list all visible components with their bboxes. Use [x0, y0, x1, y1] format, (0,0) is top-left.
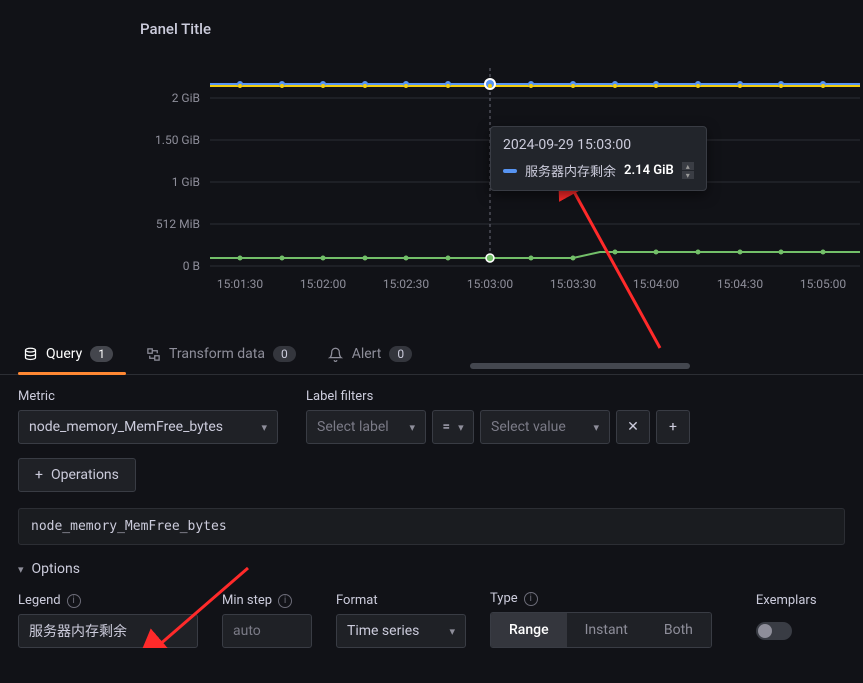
y-tick: 0 B	[183, 259, 200, 273]
x-tick: 15:01:30	[217, 277, 264, 291]
format-label: Format	[336, 593, 466, 608]
format-select[interactable]: Time series ▾	[336, 614, 466, 648]
tab-transform-label: Transform data	[169, 346, 265, 362]
min-step-label: Min step	[222, 593, 272, 608]
tooltip-series-marker	[503, 169, 517, 173]
metric-label: Metric	[18, 389, 278, 404]
exemplars-toggle[interactable]	[756, 622, 792, 640]
tab-query-label: Query	[46, 346, 82, 362]
tooltip-timestamp: 2024-09-29 15:03:00	[503, 137, 694, 153]
tooltip-stepper[interactable]: ▴▾	[682, 162, 694, 179]
bell-icon	[328, 346, 344, 362]
x-tick: 15:04:30	[717, 277, 764, 291]
operator-value: =	[442, 419, 450, 435]
tab-query[interactable]: Query 1	[18, 338, 117, 374]
info-icon[interactable]: i	[67, 594, 81, 608]
chevron-down-icon: ▾	[449, 625, 455, 638]
y-tick: 2 GiB	[172, 91, 200, 105]
operations-button[interactable]: + Operations	[18, 458, 136, 492]
close-icon: ✕	[627, 419, 639, 435]
tooltip-series-label: 服务器内存剩余	[525, 161, 616, 180]
chevron-down-icon: ▾	[593, 421, 599, 434]
chart[interactable]: 2 GiB 1.50 GiB 1 GiB 512 MiB 0 B 15:01:3…	[140, 48, 863, 328]
tab-alert-count: 0	[389, 346, 412, 362]
options-label: Options	[32, 561, 80, 577]
panel-title: Panel Title	[140, 20, 863, 38]
label-name-select[interactable]: Select label ▾	[306, 410, 426, 444]
x-tick: 15:03:00	[467, 277, 514, 291]
min-step-input[interactable]: auto	[222, 614, 312, 648]
type-label: Type	[490, 591, 518, 606]
legend-value: 服务器内存剩余	[29, 621, 127, 641]
legend-label: Legend	[18, 593, 61, 608]
label-name-placeholder: Select label	[317, 419, 389, 435]
y-tick: 1 GiB	[172, 175, 200, 189]
x-tick: 15:03:30	[550, 277, 597, 291]
tab-query-count: 1	[90, 346, 113, 362]
label-value-placeholder: Select value	[491, 419, 566, 435]
query-expression[interactable]: node_memory_MemFree_bytes	[18, 508, 845, 545]
exemplars-label: Exemplars	[756, 593, 817, 608]
active-tab-indicator	[18, 372, 126, 375]
chevron-down-icon: ▾	[458, 421, 464, 434]
chevron-down-icon: ▾	[18, 563, 24, 576]
label-value-select[interactable]: Select value ▾	[480, 410, 610, 444]
chevron-down-icon: ▾	[409, 421, 415, 434]
remove-filter-button[interactable]: ✕	[616, 410, 650, 444]
type-range-button[interactable]: Range	[491, 613, 567, 647]
metric-value: node_memory_MemFree_bytes	[29, 419, 223, 435]
type-instant-button[interactable]: Instant	[567, 613, 646, 647]
info-icon[interactable]: i	[278, 594, 292, 608]
plus-icon: +	[35, 467, 43, 483]
label-filters-label: Label filters	[306, 389, 690, 404]
min-step-placeholder: auto	[233, 623, 261, 639]
plus-icon: +	[669, 419, 677, 435]
operator-select[interactable]: = ▾	[432, 410, 474, 444]
database-icon	[22, 346, 38, 362]
tooltip-value: 2.14 GiB	[624, 163, 674, 178]
format-value: Time series	[347, 623, 419, 639]
options-toggle[interactable]: ▾ Options	[18, 561, 845, 577]
y-tick: 512 MiB	[156, 217, 200, 231]
tab-alert-label: Alert	[352, 346, 382, 362]
type-both-button[interactable]: Both	[646, 613, 711, 647]
operations-label: Operations	[51, 467, 119, 483]
transform-icon	[145, 346, 161, 362]
type-segmented: Range Instant Both	[490, 612, 712, 648]
tab-transform[interactable]: Transform data 0	[141, 338, 300, 374]
y-tick: 1.50 GiB	[155, 133, 200, 147]
tab-alert[interactable]: Alert 0	[324, 338, 416, 374]
x-tick: 15:05:00	[800, 277, 847, 291]
tabs: Query 1 Transform data 0 Alert 0	[0, 328, 863, 375]
x-tick: 15:02:00	[300, 277, 347, 291]
chevron-down-icon: ▾	[261, 421, 267, 434]
legend-input[interactable]: 服务器内存剩余	[18, 614, 198, 648]
metric-select[interactable]: node_memory_MemFree_bytes ▾	[18, 410, 278, 444]
info-icon[interactable]: i	[524, 592, 538, 606]
x-tick: 15:04:00	[633, 277, 680, 291]
x-tick: 15:02:30	[383, 277, 430, 291]
chart-tooltip: 2024-09-29 15:03:00 服务器内存剩余 2.14 GiB ▴▾	[490, 126, 707, 191]
add-filter-button[interactable]: +	[656, 410, 690, 444]
tab-transform-count: 0	[273, 346, 296, 362]
